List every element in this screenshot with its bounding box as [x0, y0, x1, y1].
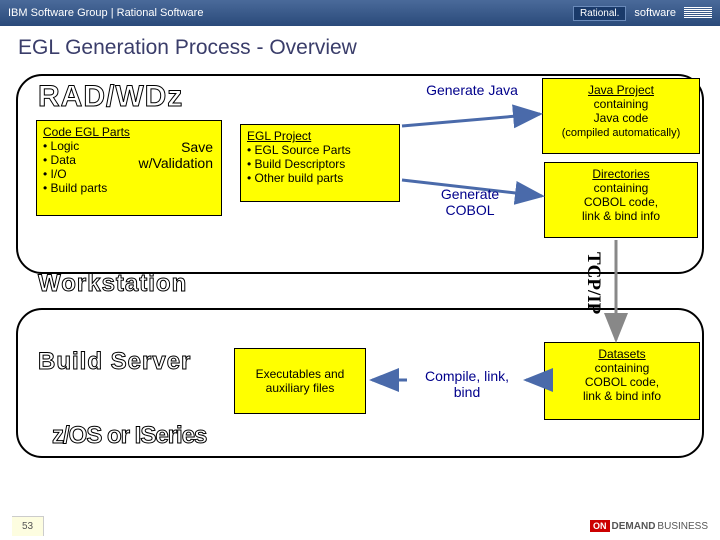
- box6-l1: Datasets: [598, 347, 645, 361]
- label-radwdz: RAD/WDz: [38, 80, 183, 114]
- box6-l4: link & bind info: [583, 389, 661, 403]
- box6-l2: containing: [595, 361, 650, 375]
- box-datasets-cobol: Datasets containing COBOL code, link & b…: [544, 342, 700, 420]
- box4-l1: Directories: [592, 167, 649, 181]
- box1-l1: • Logic: [43, 139, 79, 153]
- on-demand-badge: ON DEMAND BUSINESS: [590, 520, 708, 532]
- box1-l3: • I/O: [43, 167, 67, 181]
- software-text: software: [634, 7, 676, 19]
- box-egl-project: EGL Project • EGL Source Parts • Build D…: [240, 124, 400, 202]
- box6-l3: COBOL code,: [585, 375, 659, 389]
- box-executables: Executables and auxiliary files: [234, 348, 366, 414]
- save-line1: Save: [181, 139, 213, 155]
- breadcrumb: IBM Software Group | Rational Software: [8, 7, 203, 19]
- save-label: Save w/Validation: [139, 139, 213, 171]
- arrow-label-compile: Compile, link, bind: [412, 368, 522, 400]
- slide-title: EGL Generation Process - Overview: [0, 26, 720, 66]
- save-line2: w/Validation: [139, 155, 213, 171]
- diagram-canvas: RAD/WDz Workstation Build Server z/OS or…: [12, 70, 708, 480]
- box-directories-cobol: Directories containing COBOL code, link …: [544, 162, 698, 238]
- page-number: 53: [12, 516, 44, 536]
- label-buildserver: Build Server: [38, 348, 191, 376]
- box3-l4: (compiled automatically): [562, 127, 681, 139]
- top-bar: IBM Software Group | Rational Software R…: [0, 0, 720, 26]
- label-zos: z/OS or ISeries: [52, 422, 206, 450]
- box1-l4: • Build parts: [43, 181, 107, 195]
- box3-l1: Java Project: [588, 83, 654, 97]
- arrow-label-tcpip: TCP/IP: [582, 252, 604, 314]
- arrow-label-generate-java: Generate Java: [422, 82, 522, 98]
- box1-l2: • Data: [43, 153, 76, 167]
- box5-l1: Executables and auxiliary files: [241, 367, 359, 395]
- box2-heading: EGL Project: [247, 129, 311, 143]
- footer: 53 ON DEMAND BUSINESS: [0, 512, 720, 540]
- box-java-project: Java Project containing Java code (compi…: [542, 78, 700, 154]
- label-workstation: Workstation: [38, 270, 187, 298]
- box2-l2: • Build Descriptors: [247, 157, 345, 171]
- box4-l3: COBOL code,: [584, 195, 658, 209]
- box2-l3: • Other build parts: [247, 171, 343, 185]
- box4-l4: link & bind info: [582, 209, 660, 223]
- on-badge: ON: [590, 520, 610, 532]
- box3-l3: Java code: [594, 111, 649, 125]
- box2-l1: • EGL Source Parts: [247, 143, 351, 157]
- ibm-logo-icon: [684, 7, 712, 19]
- box-code-egl-parts: Code EGL Parts • Logic • Data • I/O • Bu…: [36, 120, 222, 216]
- arrow-label-generate-cobol: Generate COBOL: [420, 186, 520, 218]
- box3-l2: containing: [594, 97, 649, 111]
- demand-text: DEMAND: [612, 521, 656, 532]
- box1-heading: Code EGL Parts: [43, 125, 130, 139]
- box4-l2: containing: [594, 181, 649, 195]
- rational-badge: Rational.: [573, 6, 626, 21]
- business-text: BUSINESS: [657, 521, 708, 532]
